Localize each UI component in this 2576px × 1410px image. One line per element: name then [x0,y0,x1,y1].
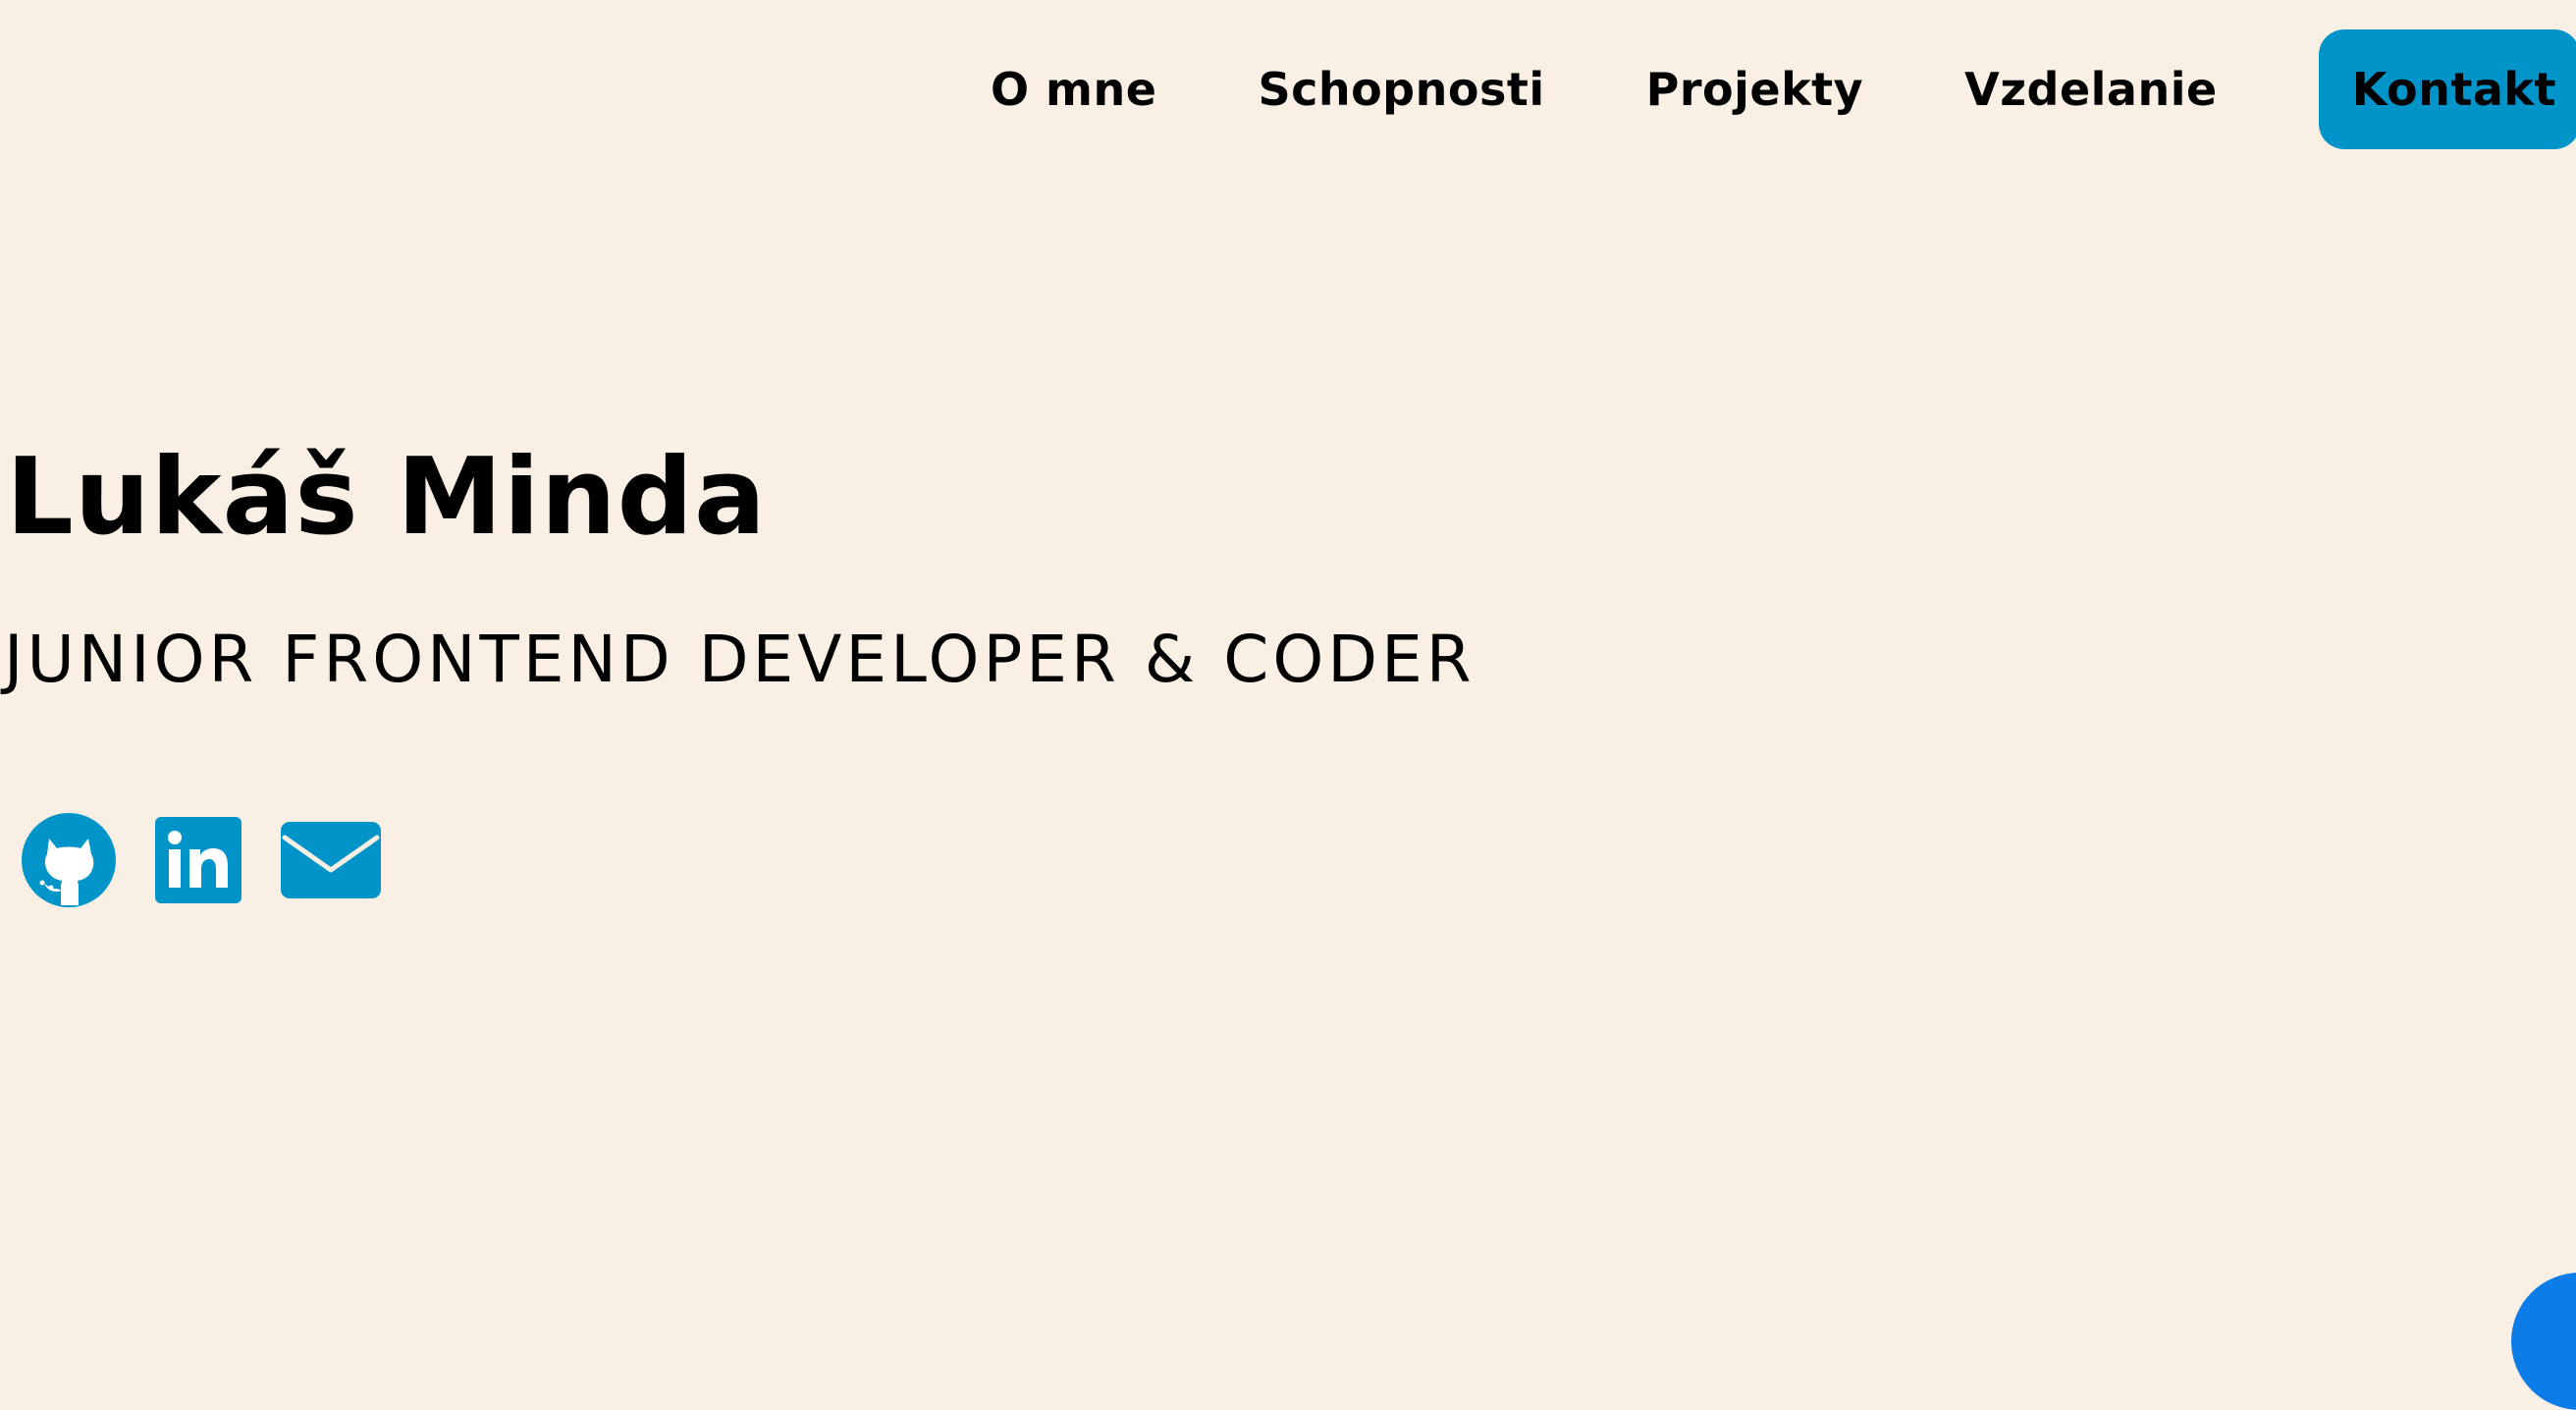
github-link[interactable] [20,811,118,909]
main-navigation: O mne Schopnosti Projekty Vzdelanie Kont… [991,29,2576,149]
linkedin-link[interactable] [155,817,242,903]
mail-icon [281,822,381,898]
floating-action-button[interactable] [2511,1273,2576,1410]
nav-link-schopnosti[interactable]: Schopnosti [1258,63,1544,116]
hero-role: JUNIOR FRONTEND DEVELOPER & CODER [4,622,1476,697]
linkedin-icon [155,817,242,903]
email-link[interactable] [281,822,381,898]
nav-link-o-mne[interactable]: O mne [991,63,1157,116]
social-links [20,811,381,909]
nav-link-vzdelanie[interactable]: Vzdelanie [1964,63,2218,116]
nav-contact-button[interactable]: Kontakt [2318,29,2576,149]
nav-link-projekty[interactable]: Projekty [1646,63,1864,116]
github-icon [22,813,116,907]
hero-name: Lukáš Minda [6,436,767,559]
